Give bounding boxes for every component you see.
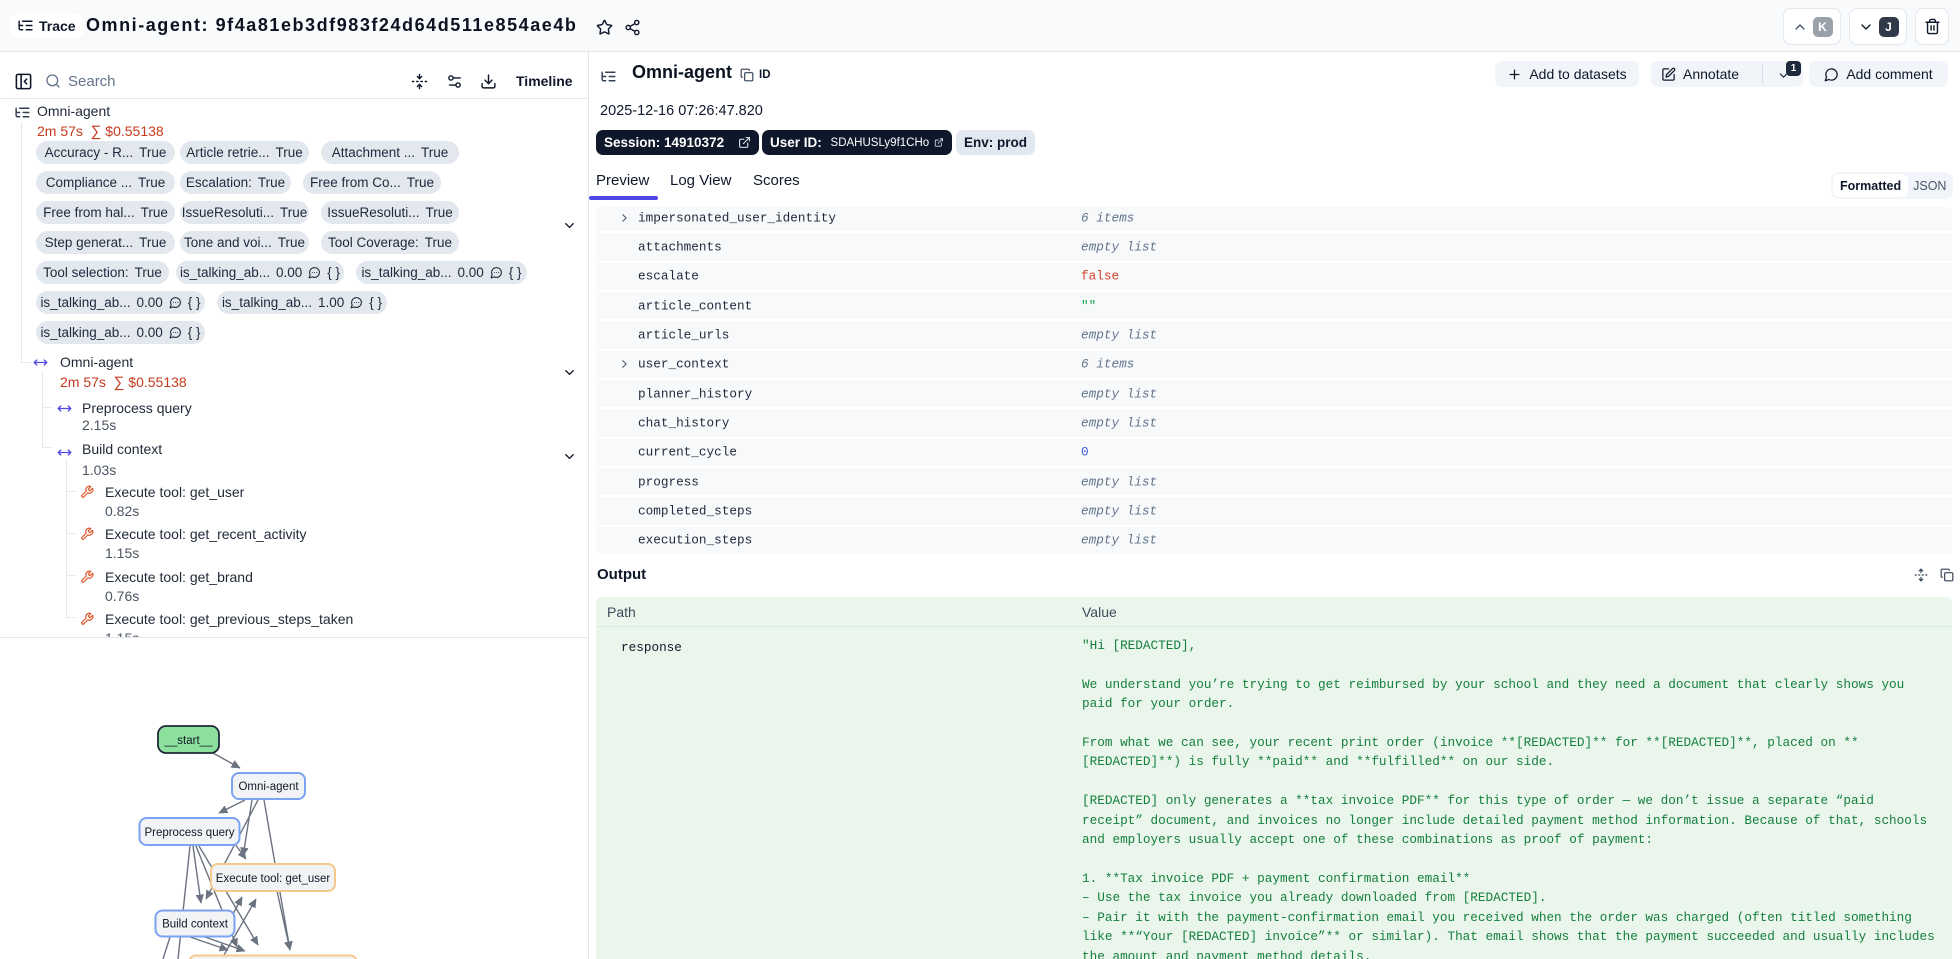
svg-text:Execute tool: get_user: Execute tool: get_user (216, 873, 331, 885)
svg-text:Preprocess query: Preprocess query (144, 827, 234, 839)
svg-text:Omni-agent: Omni-agent (238, 781, 299, 793)
svg-text:Build context: Build context (162, 919, 229, 931)
svg-text:__start__: __start__ (164, 735, 214, 747)
